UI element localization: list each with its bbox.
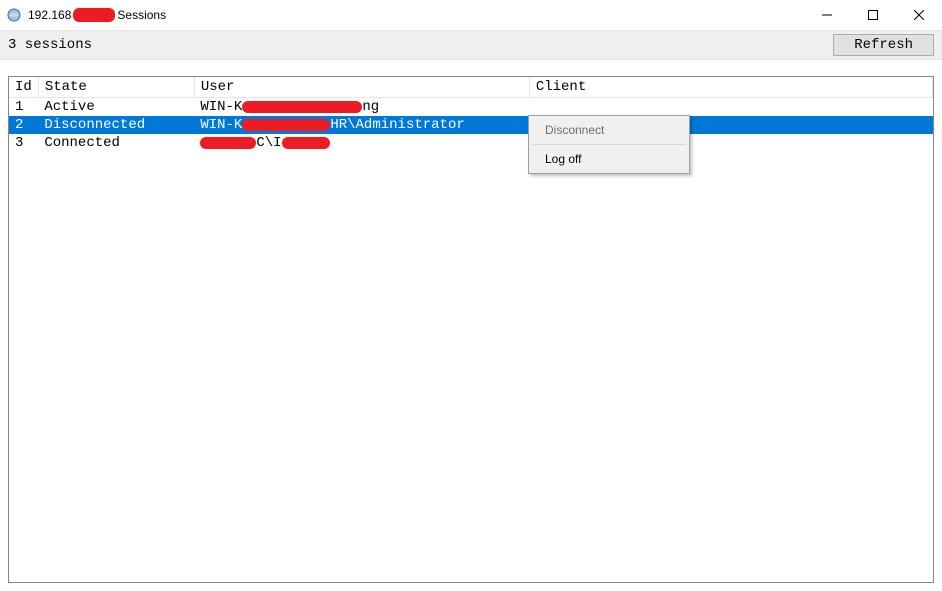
window-title: 192.168 Sessions bbox=[28, 8, 166, 22]
cell-state: Disconnected bbox=[38, 116, 194, 134]
context-menu-logoff[interactable]: Log off bbox=[531, 147, 687, 171]
table-row[interactable]: 3 Connected C\I bbox=[9, 134, 933, 152]
cell-id: 3 bbox=[9, 134, 38, 152]
cell-state: Active bbox=[38, 98, 194, 117]
app-icon bbox=[6, 7, 22, 23]
cell-client bbox=[529, 98, 932, 117]
column-header-id[interactable]: Id bbox=[9, 77, 38, 98]
session-count-label: 3 sessions bbox=[8, 37, 92, 53]
table-header-row: Id State User Client bbox=[9, 77, 933, 98]
redaction-mark bbox=[200, 137, 256, 149]
cell-id: 1 bbox=[9, 98, 38, 117]
sessions-table-container: Id State User Client 1 Active WIN-K ng 2 … bbox=[8, 76, 934, 583]
column-header-user[interactable]: User bbox=[194, 77, 529, 98]
toolbar: 3 sessions Refresh bbox=[0, 30, 942, 60]
cell-user: WIN-K HR\Administrator bbox=[194, 116, 529, 134]
column-header-client[interactable]: Client bbox=[529, 77, 932, 98]
window-title-suffix: Sessions bbox=[117, 8, 166, 22]
column-header-state[interactable]: State bbox=[38, 77, 194, 98]
cell-state: Connected bbox=[38, 134, 194, 152]
close-button[interactable] bbox=[896, 0, 942, 30]
user-suffix: ng bbox=[362, 99, 379, 115]
maximize-button[interactable] bbox=[850, 0, 896, 30]
redaction-mark bbox=[282, 137, 330, 149]
redaction-mark bbox=[73, 8, 115, 22]
refresh-button[interactable]: Refresh bbox=[833, 34, 934, 56]
cell-id: 2 bbox=[9, 116, 38, 134]
sessions-table[interactable]: Id State User Client 1 Active WIN-K ng 2 … bbox=[9, 77, 933, 152]
cell-user: C\I bbox=[194, 134, 529, 152]
cell-user: WIN-K ng bbox=[194, 98, 529, 117]
user-prefix: WIN-K bbox=[200, 99, 242, 115]
redaction-mark bbox=[242, 119, 330, 131]
context-menu-separator bbox=[532, 144, 686, 145]
user-prefix: WIN-K bbox=[200, 117, 242, 133]
minimize-button[interactable] bbox=[804, 0, 850, 30]
window-title-ip-prefix: 192.168 bbox=[28, 8, 71, 22]
user-suffix: HR\Administrator bbox=[330, 117, 464, 133]
redaction-mark bbox=[242, 101, 362, 113]
context-menu-disconnect[interactable]: Disconnect bbox=[531, 118, 687, 142]
table-row[interactable]: 1 Active WIN-K ng bbox=[9, 98, 933, 117]
window-buttons bbox=[804, 0, 942, 30]
context-menu: Disconnect Log off bbox=[528, 115, 690, 174]
table-row[interactable]: 2 Disconnected WIN-K HR\Administrator bbox=[9, 116, 933, 134]
titlebar: 192.168 Sessions bbox=[0, 0, 942, 30]
user-mid: C\I bbox=[256, 135, 281, 151]
